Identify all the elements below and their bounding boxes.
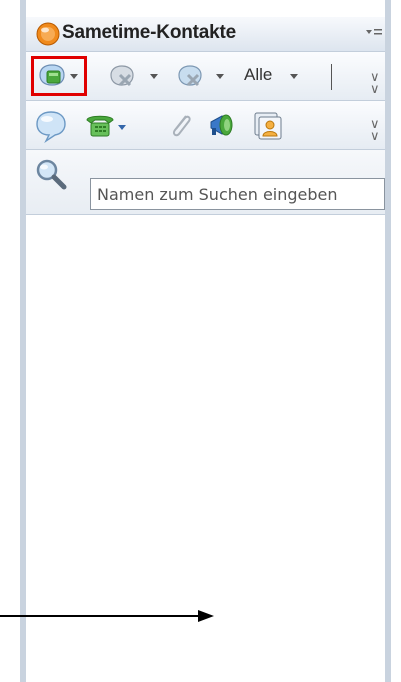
toolbar-separator	[331, 64, 332, 90]
panel-menu-icon[interactable]	[366, 27, 382, 41]
status-dropdown-arrow[interactable]	[70, 74, 78, 79]
search-bar	[26, 150, 385, 215]
panel-title-bar: Sametime-Kontakte	[26, 17, 385, 52]
status-available-icon[interactable]	[38, 63, 66, 89]
annotation-arrow-icon	[0, 610, 214, 622]
panel-right-border	[385, 0, 391, 682]
filter-label[interactable]: Alle	[244, 65, 272, 85]
actions-toolbar: ∨ ∨	[26, 101, 385, 150]
megaphone-icon[interactable]	[206, 110, 238, 140]
telephone-icon[interactable]	[84, 111, 116, 139]
filter-dropdown-arrow[interactable]	[290, 74, 298, 79]
paperclip-icon[interactable]	[166, 110, 194, 140]
chat-tools-icon[interactable]	[108, 63, 138, 89]
conversation-tools-icon[interactable]	[176, 63, 206, 89]
status-toolbar: Alle ∨ ∨	[26, 52, 385, 101]
chat-tools-dropdown-arrow[interactable]	[150, 74, 158, 79]
chat-bubble-icon[interactable]	[34, 109, 68, 143]
actions-overflow-icon[interactable]: ∨ ∨	[370, 118, 380, 143]
telephone-dropdown-arrow[interactable]	[118, 125, 126, 130]
conversation-tools-dropdown-arrow[interactable]	[216, 74, 224, 79]
magnifier-icon[interactable]	[34, 157, 68, 191]
panel-title: Sametime-Kontakte	[62, 22, 236, 43]
sametime-logo-icon	[36, 22, 60, 46]
search-input[interactable]	[90, 178, 385, 210]
contact-card-icon[interactable]	[251, 109, 283, 141]
toolbar-overflow-icon[interactable]: ∨ ∨	[370, 71, 380, 96]
